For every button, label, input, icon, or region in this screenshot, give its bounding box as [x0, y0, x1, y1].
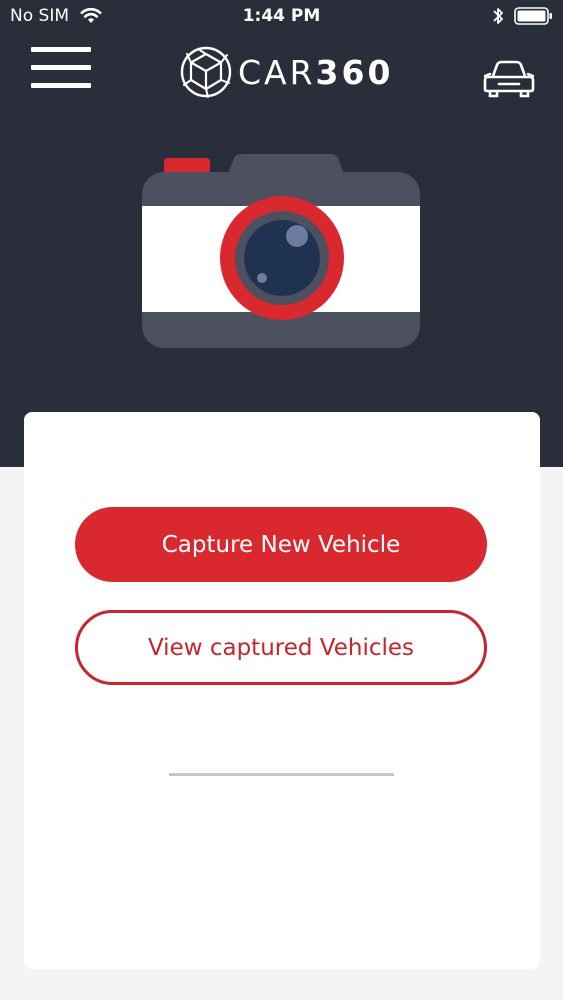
status-bar: No SIM 1:44 PM — [0, 0, 563, 34]
app-screen: No SIM 1:44 PM CAR360 Capture New Vehicl… — [0, 0, 563, 1000]
logo-number: 360 — [315, 52, 394, 92]
battery-icon — [514, 7, 552, 25]
logo-text: CAR — [238, 52, 316, 92]
menu-button[interactable] — [28, 44, 94, 92]
car-icon — [483, 60, 535, 98]
hamburger-menu-icon — [31, 47, 91, 52]
capture-new-vehicle-button[interactable]: Capture New Vehicle — [75, 507, 487, 582]
actions-card: Capture New Vehicle View captured Vehicl… — [24, 412, 540, 969]
app-logo: CAR360 — [180, 46, 393, 98]
camera-illustration — [142, 154, 420, 348]
camera-aperture-cube-icon — [180, 46, 232, 98]
view-captured-vehicles-button[interactable]: View captured Vehicles — [75, 610, 487, 685]
status-time: 1:44 PM — [242, 6, 321, 26]
divider — [169, 773, 394, 776]
bluetooth-icon — [493, 8, 503, 24]
vehicles-button[interactable] — [483, 56, 535, 98]
